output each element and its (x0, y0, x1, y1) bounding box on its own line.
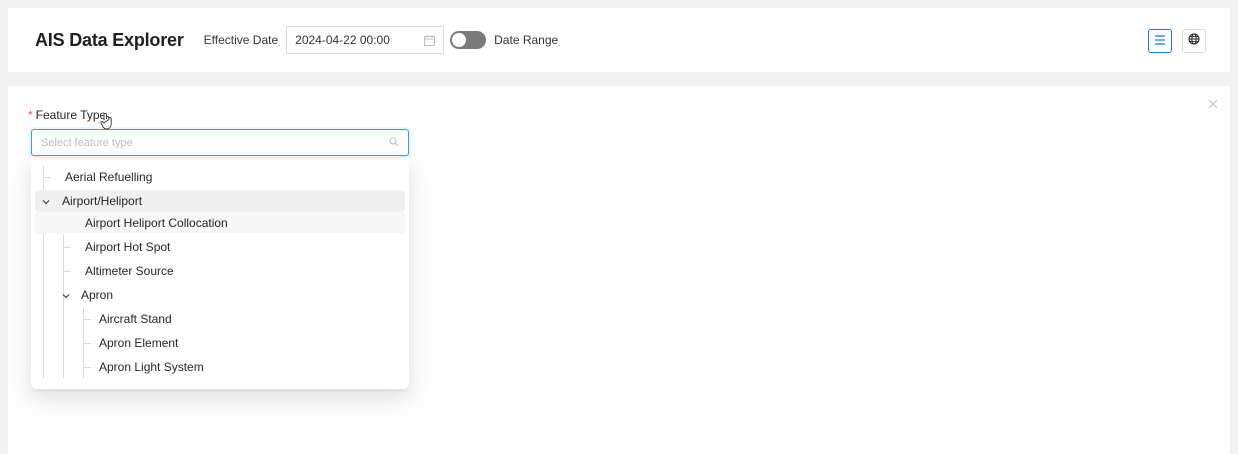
tree-node-airport-heliport[interactable]: Airport/Heliport (35, 190, 405, 212)
tree-node-altimeter-source[interactable]: Altimeter Source (35, 260, 405, 282)
required-mark: * (28, 108, 33, 122)
tree-node-apron-element[interactable]: Apron Element (35, 332, 405, 354)
tree-node-aircraft-stand[interactable]: Aircraft Stand (35, 308, 405, 330)
list-view-button[interactable] (1148, 29, 1172, 53)
tree-node-label: Airport Heliport Collocation (85, 216, 228, 230)
feature-type-search-input[interactable] (41, 136, 389, 149)
app-header: AIS Data Explorer Effective Date 2024-04… (8, 8, 1230, 72)
tree-node-label: Apron Light System (99, 360, 204, 374)
tree-node-airport-hot-spot[interactable]: Airport Hot Spot (35, 236, 405, 258)
app-title: AIS Data Explorer (35, 29, 184, 50)
tree-node-label: Aerial Refuelling (65, 170, 153, 184)
effective-date-label: Effective Date (203, 33, 279, 47)
tree-node-label: Altimeter Source (85, 264, 174, 278)
date-range-toggle[interactable] (450, 31, 487, 49)
feature-type-select[interactable] (31, 129, 409, 156)
toggle-knob (452, 33, 467, 47)
feature-type-label: * Feature Type (28, 108, 106, 122)
hand-cursor-icon (100, 112, 116, 132)
feature-type-dropdown: Aerial Refuelling Airport/Heliport Airpo… (31, 160, 409, 389)
tree-node-airport-heliport-collocation[interactable]: Airport Heliport Collocation (35, 212, 405, 234)
calendar-icon[interactable] (423, 34, 435, 46)
search-icon (389, 134, 399, 152)
tree-node-apron[interactable]: Apron (35, 284, 405, 306)
chevron-down-icon[interactable] (61, 290, 71, 300)
tree-node-label: Airport/Heliport (62, 194, 143, 208)
tree-node-label: Apron Element (99, 336, 179, 350)
filter-panel: *Feature Type Aerial Refuelling Airport/… (8, 86, 1230, 454)
effective-date-value[interactable]: 2024-04-22 00:00 (295, 33, 423, 47)
date-range-label: Date Range (494, 33, 559, 47)
close-icon[interactable] (1208, 96, 1220, 109)
tree-node-aerial-refuelling[interactable]: Aerial Refuelling (35, 166, 405, 188)
tree-node-label: Airport Hot Spot (85, 240, 171, 254)
globe-icon (1188, 32, 1200, 50)
tree-node-apron-light-system[interactable]: Apron Light System (35, 356, 405, 378)
list-icon (1154, 32, 1166, 50)
effective-date-picker[interactable]: 2024-04-22 00:00 (286, 26, 445, 54)
feature-type-label-text: Feature Type (35, 108, 107, 122)
tree-node-label: Apron (81, 288, 114, 302)
tree-node-label: Aircraft Stand (99, 312, 172, 326)
chevron-down-icon[interactable] (41, 196, 51, 206)
map-view-button[interactable] (1182, 29, 1206, 53)
